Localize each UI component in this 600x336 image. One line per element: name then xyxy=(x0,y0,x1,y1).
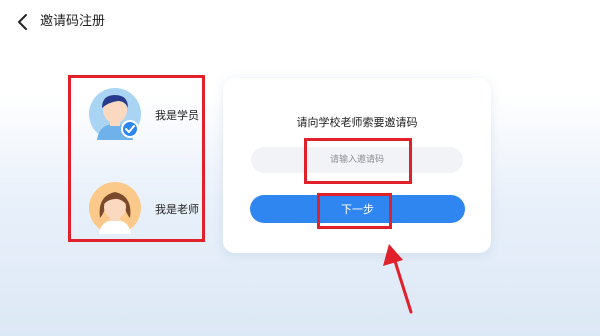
invite-code-input[interactable] xyxy=(251,147,463,173)
role-label-teacher: 我是老师 xyxy=(155,203,199,216)
page-title: 邀请码注册 xyxy=(40,14,106,29)
invite-card: 请向学校老师索要邀请码 下一步 xyxy=(223,78,491,253)
arrow-up-icon xyxy=(383,244,413,314)
teacher-avatar xyxy=(89,182,141,234)
role-selector: 我是学员 我是老师 xyxy=(68,75,205,242)
role-label-student: 我是学员 xyxy=(155,109,199,122)
role-option-teacher[interactable]: 我是老师 xyxy=(89,182,209,238)
chevron-left-icon xyxy=(18,14,27,30)
role-option-student[interactable]: 我是学员 xyxy=(89,88,209,144)
invite-prompt: 请向学校老师索要邀请码 xyxy=(296,116,418,129)
next-button[interactable]: 下一步 xyxy=(250,195,465,223)
header: 邀请码注册 xyxy=(0,0,600,44)
student-avatar xyxy=(89,88,141,140)
check-circle-icon xyxy=(121,120,139,138)
back-button[interactable] xyxy=(14,12,32,32)
